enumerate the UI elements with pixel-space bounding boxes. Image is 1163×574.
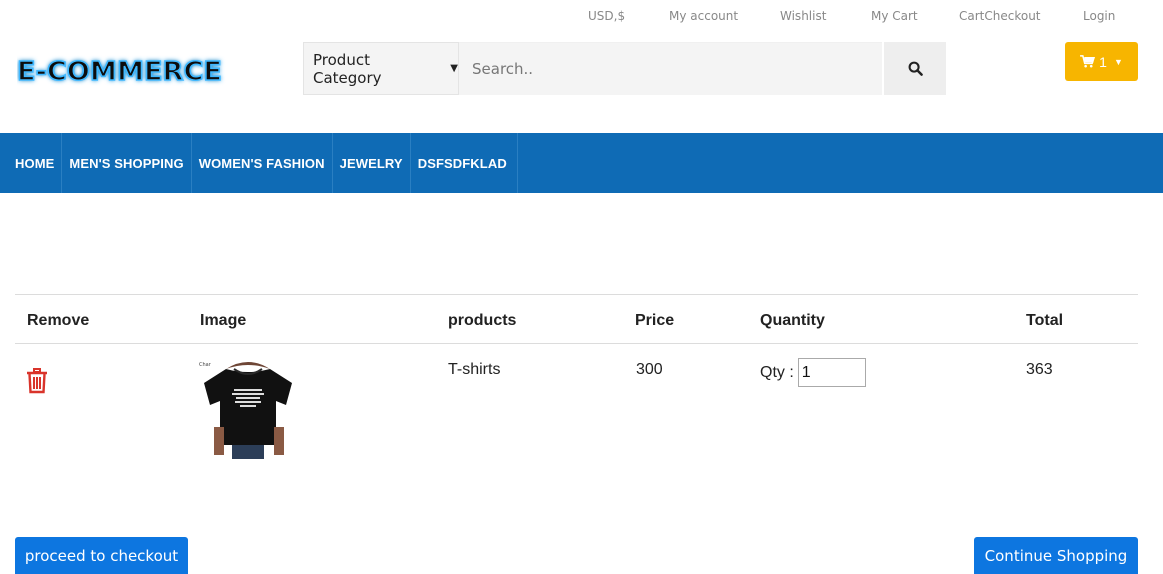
column-header-remove: Remove — [27, 312, 90, 329]
continue-shopping-button[interactable]: Continue Shopping — [974, 537, 1138, 574]
trash-icon — [27, 368, 47, 394]
search-button[interactable] — [884, 42, 946, 95]
caret-down-icon: ▼ — [450, 63, 458, 74]
column-header-price: Price — [635, 312, 675, 329]
wishlist-link[interactable]: Wishlist — [780, 9, 826, 23]
delete-item-button[interactable] — [26, 368, 48, 399]
table-header: Remove Image products Price Quantity Tot… — [15, 294, 1138, 344]
top-utility-bar: USD,$ My account Wishlist My Cart CartCh… — [0, 9, 1163, 27]
svg-text:E-COMMERCE: E-COMMERCE — [17, 57, 222, 87]
cart-table: Remove Image products Price Quantity Tot… — [15, 294, 1138, 474]
nav-item-home[interactable]: HOME — [8, 133, 63, 193]
nav-item-mens-shopping[interactable]: MEN'S SHOPPING — [62, 133, 192, 193]
nav-item-jewelry[interactable]: JEWELRY — [333, 133, 411, 193]
svg-text:Char: Char — [199, 362, 212, 368]
quantity-input[interactable]: 1 — [797, 358, 866, 387]
currency-selector[interactable]: USD,$ — [588, 9, 625, 23]
qty-label: Qty : — [760, 363, 794, 381]
nav-item-womens-fashion[interactable]: WOMEN'S FASHION — [192, 133, 333, 193]
column-header-total: Total — [1026, 312, 1064, 329]
cart-count: 1 — [1099, 53, 1107, 70]
my-cart-link[interactable]: My Cart — [871, 9, 918, 23]
caret-down-icon: ▼ — [1113, 56, 1123, 67]
product-name[interactable]: T-shirts — [448, 361, 500, 379]
search-bar: Product Category ▼ Search.. — [303, 42, 946, 95]
my-account-link[interactable]: My account — [669, 9, 738, 23]
search-icon — [908, 61, 923, 76]
product-category-dropdown[interactable]: Product Category ▼ — [303, 42, 459, 95]
product-total: 363 — [1026, 361, 1053, 378]
product-thumbnail[interactable]: Char — [196, 355, 300, 464]
main-navigation: HOME MEN'S SHOPPING WOMEN'S FASHION JEWE… — [0, 133, 1163, 193]
cart-dropdown-button[interactable]: 1 ▼ — [1065, 42, 1138, 81]
search-input[interactable]: Search.. — [459, 42, 882, 95]
column-header-quantity: Quantity — [760, 312, 825, 329]
shopping-cart-icon — [1080, 55, 1096, 68]
column-header-products: products — [448, 312, 517, 329]
nav-item-dsfsdfklad[interactable]: DSFSDFKLAD — [411, 133, 518, 193]
quantity-cell: Qty : 1 — [760, 358, 866, 387]
cart-checkout-link[interactable]: CartCheckout — [959, 9, 1041, 23]
proceed-to-checkout-button[interactable]: proceed to checkout — [15, 537, 188, 574]
table-row: Char T-shirts 300 Qty : 1 363 — [15, 344, 1138, 474]
site-logo[interactable]: E-COMMERCE — [16, 50, 227, 90]
product-category-label: Product Category — [313, 50, 382, 87]
login-link[interactable]: Login — [1083, 9, 1115, 23]
column-header-image: Image — [200, 312, 247, 329]
product-price: 300 — [636, 361, 663, 378]
